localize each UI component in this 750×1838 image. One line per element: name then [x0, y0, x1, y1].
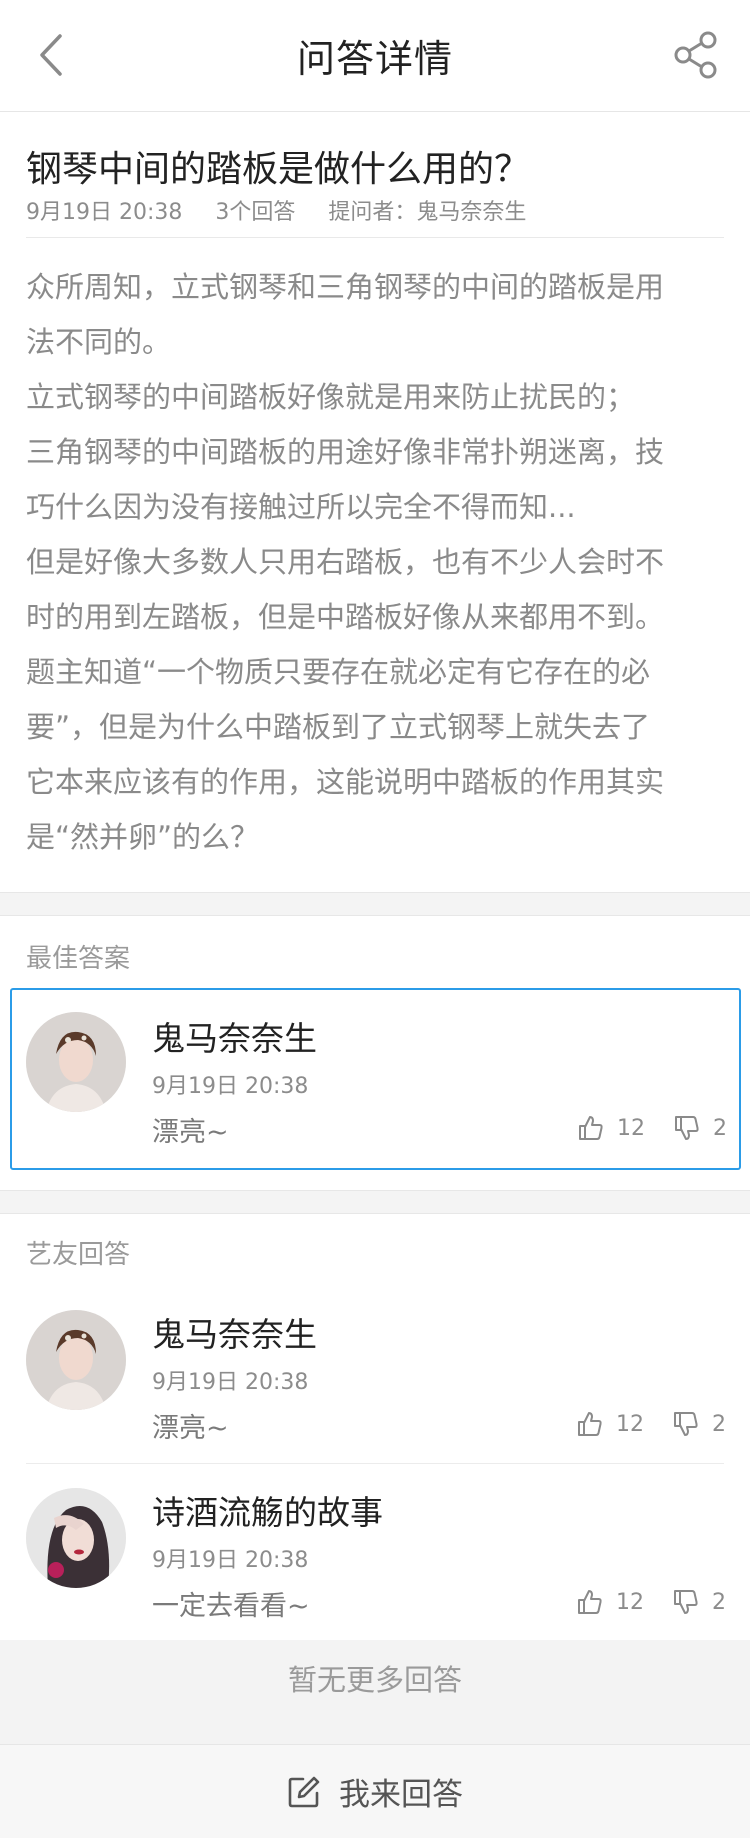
thumbs-up-icon [579, 1116, 603, 1140]
thumbs-up-icon [578, 1590, 602, 1614]
like-button[interactable]: 12 [577, 1114, 645, 1142]
vote-bar: 12 2 [548, 1588, 726, 1616]
like-count: 12 [616, 1411, 644, 1437]
answer-count: 3个回答 [215, 200, 296, 225]
question-meta: 9月19日 20:38 3个回答 提问者：鬼马奈奈生 [26, 194, 724, 238]
no-more-answers: 暂无更多回答 [0, 1640, 750, 1744]
like-button[interactable]: 12 [576, 1588, 644, 1616]
edit-icon [288, 1776, 320, 1807]
answer-text: 漂亮~ [152, 1117, 229, 1148]
section-divider [0, 1190, 750, 1214]
dislike-button[interactable]: 2 [672, 1410, 726, 1438]
dislike-count: 2 [713, 1115, 727, 1141]
question-body: 众所周知，立式钢琴和三角钢琴的中间的踏板是用 法不同的。 立式钢琴的中间踏板好像… [26, 270, 665, 854]
answer-button[interactable]: 我来回答 [0, 1744, 750, 1838]
share-icon[interactable] [672, 30, 720, 80]
dislike-button[interactable]: 2 [673, 1114, 727, 1142]
page-title: 问答详情 [296, 37, 453, 81]
avatar[interactable] [26, 1310, 126, 1410]
answer-item[interactable]: 诗酒流觞的故事 9月19日 20:38 一定去看看~ 12 2 [26, 1476, 726, 1636]
answer-author[interactable]: 鬼马奈奈生 [152, 1012, 317, 1060]
answer-button-label: 我来回答 [339, 1777, 463, 1813]
avatar[interactable] [26, 1012, 126, 1112]
asker[interactable]: 提问者：鬼马奈奈生 [328, 200, 526, 225]
question-title: 钢琴中间的踏板是做什么用的？ [26, 149, 531, 190]
thumbs-down-icon [675, 1116, 699, 1140]
answer-item[interactable]: 鬼马奈奈生 9月19日 20:38 漂亮~ 12 2 [26, 1298, 726, 1458]
other-answers-label: 艺友回答 [26, 1240, 131, 1270]
vote-bar: 12 2 [548, 1410, 726, 1438]
thumbs-down-icon [674, 1412, 698, 1436]
answer-time: 9月19日 20:38 [152, 1074, 309, 1099]
answer-text: 漂亮~ [152, 1413, 229, 1444]
like-count: 12 [616, 1589, 644, 1615]
answer-time: 9月19日 20:38 [152, 1370, 309, 1395]
section-divider [0, 892, 750, 916]
thumbs-down-icon [674, 1590, 698, 1614]
question-section: 钢琴中间的踏板是做什么用的？ 9月19日 20:38 3个回答 提问者：鬼马奈奈… [0, 112, 750, 892]
dislike-count: 2 [712, 1411, 726, 1437]
answer-divider [26, 1463, 724, 1464]
avatar[interactable] [26, 1488, 126, 1588]
best-answer-card[interactable]: 鬼马奈奈生 9月19日 20:38 漂亮~ 12 2 [10, 988, 741, 1170]
like-button[interactable]: 12 [576, 1410, 644, 1438]
vote-bar: 12 2 [549, 1114, 727, 1142]
question-time: 9月19日 20:38 [26, 200, 183, 225]
top-bar: 问答详情 [0, 0, 750, 112]
best-answer-label: 最佳答案 [26, 944, 131, 974]
answer-author[interactable]: 诗酒流觞的故事 [152, 1486, 383, 1534]
like-count: 12 [617, 1115, 645, 1141]
dislike-button[interactable]: 2 [672, 1588, 726, 1616]
answer-author[interactable]: 鬼马奈奈生 [152, 1308, 317, 1356]
answer-text: 一定去看看~ [152, 1591, 310, 1622]
dislike-count: 2 [712, 1589, 726, 1615]
thumbs-up-icon [578, 1412, 602, 1436]
answer-time: 9月19日 20:38 [152, 1548, 309, 1573]
